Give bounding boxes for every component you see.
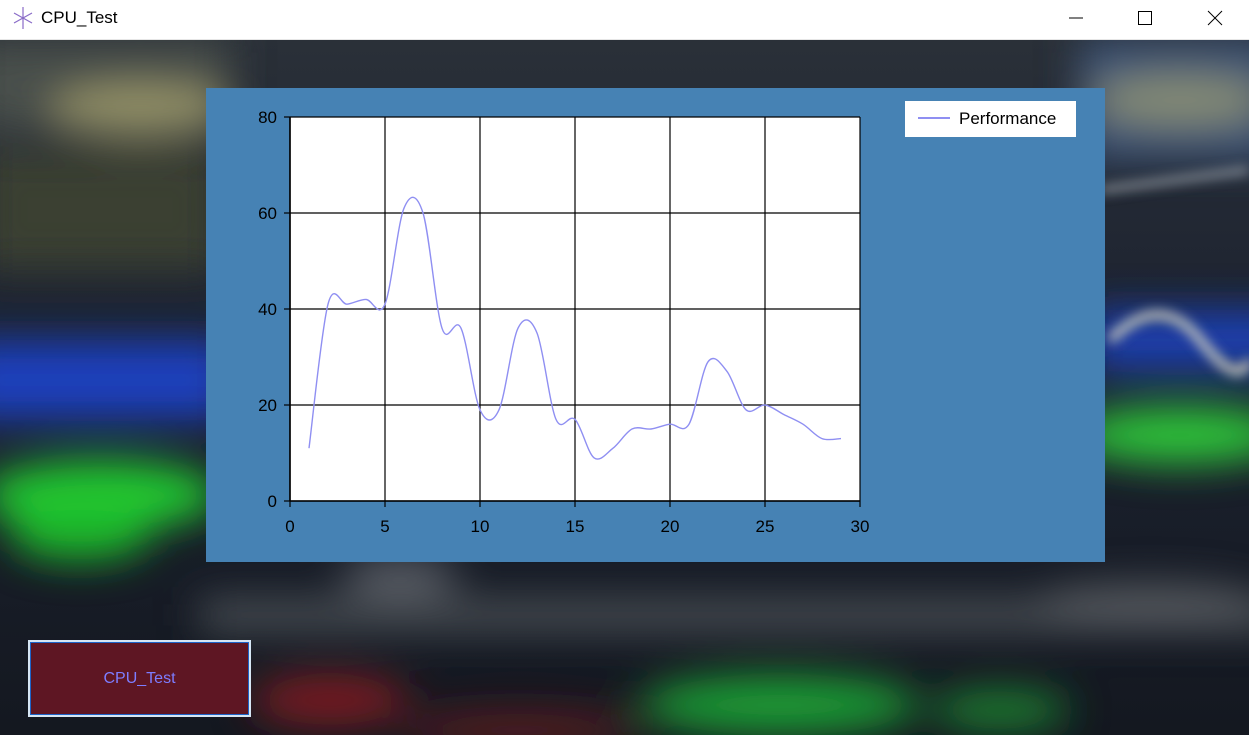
- x-tick-label: 25: [756, 517, 775, 536]
- close-icon: [1207, 10, 1223, 26]
- y-tick-label: 40: [258, 300, 277, 319]
- form-client-area: 0 5 10 15 20 25 30 0 20 40 60 80 Performance CPU_Te…: [0, 40, 1249, 735]
- x-tick-label: 20: [661, 517, 680, 536]
- close-button[interactable]: [1180, 0, 1249, 36]
- chart-panel: 0 5 10 15 20 25 30 0 20 40 60 80 Performance: [206, 88, 1105, 562]
- x-tick-label: 5: [380, 517, 389, 536]
- y-tick-label: 60: [258, 204, 277, 223]
- x-tick-label: 10: [471, 517, 490, 536]
- legend-label-performance: Performance: [959, 109, 1057, 128]
- legend-swatch-performance: [918, 117, 950, 119]
- cpu-test-button[interactable]: CPU_Test: [28, 640, 251, 717]
- maximize-button[interactable]: [1110, 0, 1180, 36]
- minimize-icon: [1069, 17, 1083, 19]
- chart-legend: Performance: [905, 101, 1076, 137]
- x-tick-label: 0: [285, 517, 294, 536]
- minimize-button[interactable]: [1041, 0, 1111, 36]
- asterisk-icon: [13, 7, 33, 29]
- title-bar: CPU_Test: [0, 0, 1249, 40]
- x-tick-label: 15: [566, 517, 585, 536]
- window-title: CPU_Test: [41, 8, 118, 27]
- maximize-icon: [1138, 11, 1152, 25]
- x-tick-label: 30: [851, 517, 870, 536]
- y-tick-label: 80: [258, 108, 277, 127]
- y-tick-label: 0: [268, 492, 277, 511]
- y-tick-label: 20: [258, 396, 277, 415]
- performance-chart: 0 5 10 15 20 25 30 0 20 40 60 80: [258, 108, 870, 536]
